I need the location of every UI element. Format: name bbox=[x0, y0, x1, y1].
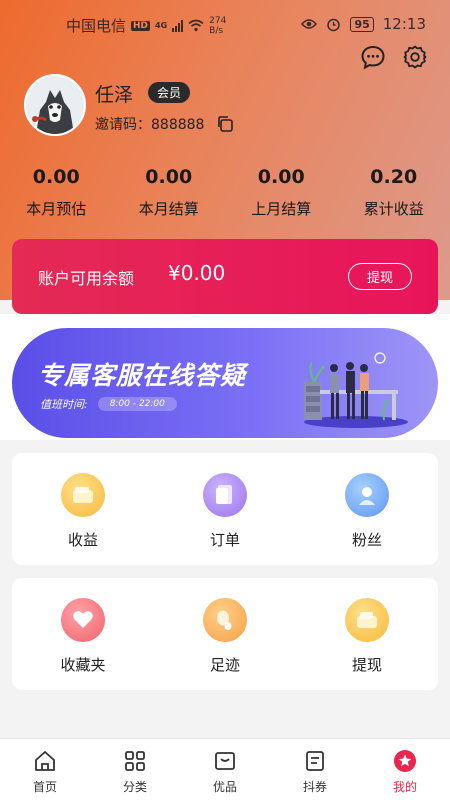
menu-item-withdraw[interactable]: 提现 bbox=[296, 578, 438, 690]
network-type: 4G bbox=[155, 21, 168, 30]
net-speed-unit: B/s bbox=[209, 25, 224, 36]
invite-label-text: 邀请码： bbox=[95, 117, 151, 133]
balance-card: 账户可用余额 ¥0.00 提现 bbox=[12, 239, 438, 314]
stat-this-month-settled[interactable]: 0.00 本月结算 bbox=[113, 166, 226, 219]
stat-last-month-settled[interactable]: 0.00 上月结算 bbox=[225, 166, 338, 219]
banner-hours: 值班时间: 8:00 - 22:00 bbox=[40, 396, 177, 412]
stat-label: 累计收益 bbox=[363, 200, 424, 218]
tab-label: 首页 bbox=[32, 780, 57, 794]
balance-amount: ¥0.00 bbox=[168, 261, 226, 285]
carrier-name: 中国电信 bbox=[66, 17, 127, 35]
withdraw-icon bbox=[345, 598, 389, 642]
footprint-icon bbox=[203, 598, 247, 642]
wifi-icon bbox=[188, 19, 204, 32]
banner-hours-value: 8:00 - 22:00 bbox=[97, 397, 177, 411]
settings-icon[interactable] bbox=[402, 44, 428, 70]
tab-label: 分类 bbox=[122, 780, 147, 794]
heart-icon bbox=[61, 598, 105, 642]
banner-title: 专属客服在线答疑 bbox=[38, 361, 247, 390]
menu-item-orders[interactable]: 订单 bbox=[154, 453, 296, 565]
clock: 12:13 bbox=[382, 15, 426, 33]
alarm-icon bbox=[327, 18, 341, 31]
stat-total-earnings[interactable]: 0.20 累计收益 bbox=[338, 166, 450, 219]
tab-category[interactable]: 分类 bbox=[90, 739, 180, 800]
coupon-icon bbox=[306, 751, 324, 771]
menu-label: 提现 bbox=[351, 656, 382, 674]
menu-item-earnings[interactable]: 收益 bbox=[12, 453, 154, 565]
menu-item-favorites[interactable]: 收藏夹 bbox=[12, 578, 154, 690]
fans-icon bbox=[345, 473, 389, 517]
profile-icon bbox=[394, 750, 416, 772]
quality-icon bbox=[215, 752, 235, 770]
customer-service-banner[interactable]: 专属客服在线答疑 值班时间: 8:00 - 22:00 bbox=[12, 328, 438, 438]
menu-label: 收藏夹 bbox=[60, 656, 106, 674]
withdraw-button[interactable]: 提现 bbox=[347, 263, 412, 290]
copy-icon[interactable] bbox=[216, 115, 234, 133]
stat-label: 上月结算 bbox=[251, 200, 312, 218]
tab-quality[interactable]: 优品 bbox=[180, 739, 270, 800]
message-icon[interactable] bbox=[360, 44, 386, 70]
balance-label: 账户可用余额 bbox=[38, 269, 135, 288]
menu-card-secondary: 收藏夹 足迹 提现 bbox=[12, 578, 438, 690]
wallet-icon bbox=[61, 473, 105, 517]
status-right: 95 12:13 bbox=[301, 15, 426, 33]
order-icon bbox=[203, 473, 247, 517]
stat-label: 本月预估 bbox=[26, 200, 87, 218]
battery-icon: 95 bbox=[350, 16, 374, 32]
office-illustration bbox=[304, 352, 408, 428]
menu-item-footprints[interactable]: 足迹 bbox=[154, 578, 296, 690]
username: 任泽 bbox=[95, 84, 134, 106]
stat-value: 0.00 bbox=[32, 166, 80, 188]
category-icon bbox=[125, 751, 145, 771]
net-speed-value: 274 bbox=[209, 15, 227, 26]
tab-profile[interactable]: 我的 bbox=[360, 739, 450, 800]
home-icon bbox=[35, 751, 55, 771]
status-left: 中国电信 HD 4G 274 B/s bbox=[66, 15, 226, 36]
menu-label: 粉丝 bbox=[351, 531, 382, 549]
bottom-tab-bar: 首页 分类 优品 抖券 我的 bbox=[0, 738, 450, 800]
stat-value: 0.00 bbox=[145, 166, 193, 188]
signal-icon bbox=[172, 19, 184, 32]
menu-card-primary: 收益 订单 粉丝 bbox=[12, 453, 438, 565]
menu-label: 订单 bbox=[209, 531, 240, 549]
tab-coupon[interactable]: 抖券 bbox=[270, 739, 360, 800]
banner-card: 专属客服在线答疑 值班时间: 8:00 - 22:00 bbox=[12, 326, 438, 440]
invite-code-row: 邀请码：888888 bbox=[95, 114, 234, 134]
stat-this-month-estimate[interactable]: 0.00 本月预估 bbox=[0, 166, 113, 219]
hd-icon: HD bbox=[131, 20, 151, 31]
invite-label: 邀请码：888888 bbox=[95, 114, 204, 134]
stat-value: 0.00 bbox=[257, 166, 305, 188]
menu-label: 收益 bbox=[67, 531, 98, 549]
tab-home[interactable]: 首页 bbox=[0, 739, 90, 800]
header-actions bbox=[360, 44, 428, 70]
stat-label: 本月结算 bbox=[138, 200, 199, 218]
net-speed: 274 B/s bbox=[209, 16, 226, 36]
tab-label: 优品 bbox=[212, 780, 237, 794]
stat-value: 0.20 bbox=[370, 166, 418, 188]
member-badge: 会员 bbox=[148, 82, 191, 103]
avatar[interactable] bbox=[24, 74, 86, 136]
tab-label: 我的 bbox=[392, 780, 417, 794]
eye-icon bbox=[301, 19, 318, 29]
invite-code: 888888 bbox=[151, 117, 205, 133]
banner-hours-label: 值班时间: bbox=[40, 398, 88, 411]
menu-label: 足迹 bbox=[209, 656, 240, 674]
earnings-stats: 0.00 本月预估 0.00 本月结算 0.00 上月结算 0.20 累计收益 bbox=[0, 166, 450, 219]
tab-label: 抖券 bbox=[302, 780, 327, 794]
menu-item-fans[interactable]: 粉丝 bbox=[296, 453, 438, 565]
